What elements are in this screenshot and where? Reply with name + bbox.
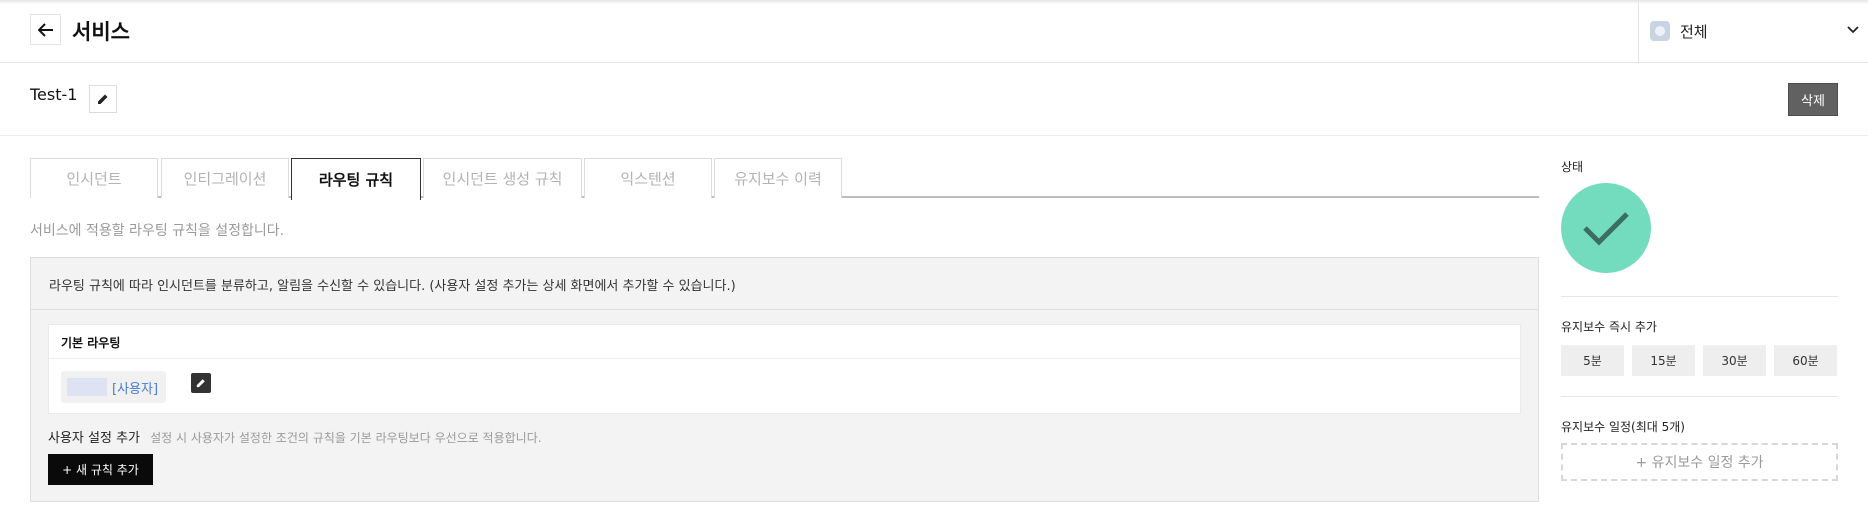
check-icon [1583, 212, 1629, 246]
arrow-left-icon [37, 22, 53, 37]
maintenance-15min-button[interactable]: 15분 [1632, 345, 1695, 376]
basic-routing-card: 기본 라우팅 [사용자] [48, 324, 1521, 414]
tab-integrations[interactable]: 인티그레이션 [161, 158, 289, 198]
chip-label: [사용자] [112, 381, 159, 397]
delete-button[interactable]: 삭제 [1788, 83, 1838, 116]
tab-maintenance-history[interactable]: 유지보수 이력 [714, 158, 842, 198]
pencil-icon [196, 379, 205, 388]
tab-extensions[interactable]: 익스텐션 [584, 158, 712, 198]
sidebar-divider [1561, 296, 1838, 297]
header-divider [1638, 0, 1639, 63]
status-label: 상태 [1561, 160, 1584, 174]
user-chip[interactable]: [사용자] [61, 371, 167, 403]
service-row: Test-1 삭제 [0, 63, 1868, 136]
edit-routing-button[interactable] [191, 373, 211, 393]
maintenance-5min-button[interactable]: 5분 [1561, 345, 1624, 376]
routing-info: 라우팅 규칙에 따라 인시던트를 분류하고, 알림을 수신할 수 있습니다. (… [31, 258, 1538, 310]
custom-settings-row: 사용자 설정 추가 설정 시 사용자가 설정한 조건의 규칙을 기본 라우팅보다… [48, 427, 542, 446]
scope-select[interactable]: 전체 [1650, 16, 1860, 46]
maintenance-60min-button[interactable]: 60분 [1774, 345, 1837, 376]
sidebar-divider [1561, 396, 1838, 397]
add-rule-button[interactable]: + 새 규칙 추가 [48, 454, 153, 485]
custom-settings-label: 사용자 설정 추가 [48, 431, 140, 446]
chip-placeholder [67, 378, 107, 396]
edit-name-button[interactable] [89, 85, 117, 113]
tab-bar: 인시던트 인티그레이션 라우팅 규칙 인시던트 생성 규칙 익스텐션 유지보수 … [30, 158, 1539, 200]
tab-routing-rules[interactable]: 라우팅 규칙 [291, 158, 421, 200]
add-schedule-button[interactable]: + 유지보수 일정 추가 [1561, 443, 1838, 481]
routing-panel: 라우팅 규칙에 따라 인시던트를 분류하고, 알림을 수신할 수 있습니다. (… [30, 257, 1539, 502]
tab-incident-creation-rules[interactable]: 인시던트 생성 규칙 [423, 158, 582, 198]
scope-icon [1650, 21, 1670, 41]
page-title: 서비스 [72, 20, 130, 44]
routing-description: 서비스에 적용할 라우팅 규칙을 설정합니다. [30, 223, 285, 239]
custom-settings-desc: 설정 시 사용자가 설정한 조건의 규칙을 기본 라우팅보다 우선으로 적용합니… [150, 431, 542, 445]
chevron-down-icon [1847, 26, 1859, 34]
pencil-icon [98, 94, 108, 104]
maintenance-schedule-label: 유지보수 일정(최대 5개) [1561, 420, 1685, 434]
page-header: 서비스 전체 [0, 0, 1868, 63]
maintenance-now-label: 유지보수 즉시 추가 [1561, 320, 1657, 334]
tab-incidents[interactable]: 인시던트 [30, 158, 158, 198]
status-indicator [1561, 183, 1651, 273]
scope-label: 전체 [1680, 22, 1708, 41]
back-button[interactable] [30, 14, 61, 45]
basic-routing-title: 기본 라우팅 [49, 325, 1520, 359]
service-name: Test-1 [30, 85, 78, 104]
maintenance-30min-button[interactable]: 30분 [1703, 345, 1766, 376]
